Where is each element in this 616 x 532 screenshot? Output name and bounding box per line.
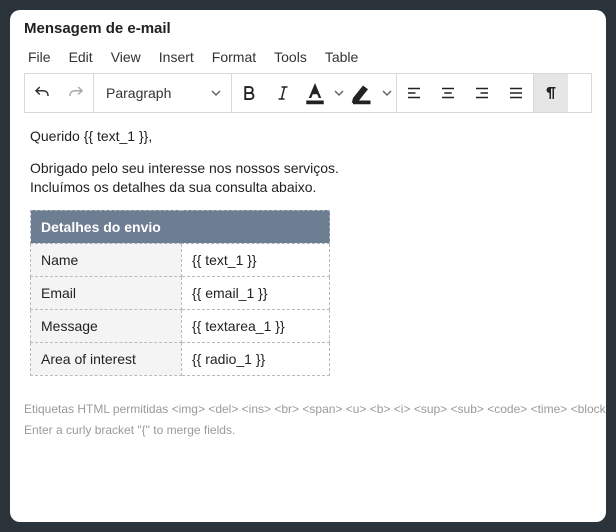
text-color-icon	[300, 78, 330, 108]
email-editor-window: Mensagem de e-mail File Edit View Insert…	[10, 10, 606, 522]
highlight-color-menu[interactable]	[378, 74, 396, 112]
row-value: {{ text_1 }}	[181, 243, 329, 276]
redo-button[interactable]	[59, 74, 93, 112]
toolbar: Paragraph	[24, 73, 592, 113]
table-row: Email {{ email_1 }}	[31, 276, 330, 309]
greeting-line: Querido {{ text_1 }},	[30, 127, 586, 147]
body-text: Obrigado pelo seu interesse nos nossos s…	[30, 159, 586, 198]
paragraph-mark-button[interactable]	[534, 74, 568, 112]
highlight-icon	[348, 78, 378, 108]
menu-table[interactable]: Table	[325, 49, 358, 65]
align-justify-button[interactable]	[499, 74, 533, 112]
table-header: Detalhes do envio	[31, 210, 330, 243]
text-color-button[interactable]	[300, 74, 330, 112]
align-left-icon	[405, 84, 423, 102]
chevron-down-icon	[334, 88, 344, 98]
text-color-menu[interactable]	[330, 74, 348, 112]
bold-button[interactable]	[232, 74, 266, 112]
table-row: Name {{ text_1 }}	[31, 243, 330, 276]
align-right-icon	[473, 84, 491, 102]
menu-format[interactable]: Format	[212, 49, 256, 65]
table-row: Message {{ textarea_1 }}	[31, 309, 330, 342]
block-format-select[interactable]: Paragraph	[94, 74, 231, 112]
allowed-tags-list: <img> <del> <ins> <br> <span> <u> <b> <i…	[172, 402, 606, 416]
merge-hint: Enter a curly bracket "{" to merge field…	[24, 421, 592, 440]
row-value: {{ email_1 }}	[181, 276, 329, 309]
body-line-1: Obrigado pelo seu interesse nos nossos s…	[30, 160, 339, 176]
align-right-button[interactable]	[465, 74, 499, 112]
undo-button[interactable]	[25, 74, 59, 112]
row-value: {{ radio_1 }}	[181, 342, 329, 375]
row-value: {{ textarea_1 }}	[181, 309, 329, 342]
undo-icon	[33, 84, 51, 102]
align-center-icon	[439, 84, 457, 102]
menu-bar: File Edit View Insert Format Tools Table	[10, 47, 606, 73]
menu-file[interactable]: File	[28, 49, 51, 65]
block-format-label: Paragraph	[106, 85, 171, 101]
chevron-down-icon	[382, 88, 392, 98]
panel-title: Mensagem de e-mail	[10, 10, 606, 47]
align-justify-icon	[507, 84, 525, 102]
editor-content[interactable]: Querido {{ text_1 }}, Obrigado pelo seu …	[10, 113, 606, 390]
italic-button[interactable]	[266, 74, 300, 112]
row-label: Area of interest	[31, 342, 182, 375]
menu-insert[interactable]: Insert	[159, 49, 194, 65]
chevron-down-icon	[211, 88, 221, 98]
align-center-button[interactable]	[431, 74, 465, 112]
redo-icon	[67, 84, 85, 102]
allowed-tags-label: Etiquetas HTML permitidas	[24, 402, 168, 416]
row-label: Name	[31, 243, 182, 276]
row-label: Message	[31, 309, 182, 342]
menu-edit[interactable]: Edit	[69, 49, 93, 65]
submission-table: Detalhes do envio Name {{ text_1 }} Emai…	[30, 210, 330, 376]
bold-icon	[240, 84, 258, 102]
highlight-color-button[interactable]	[348, 74, 378, 112]
menu-tools[interactable]: Tools	[274, 49, 307, 65]
body-line-2: Incluímos os detalhes da sua consulta ab…	[30, 179, 316, 195]
menu-view[interactable]: View	[111, 49, 141, 65]
row-label: Email	[31, 276, 182, 309]
italic-icon	[274, 84, 292, 102]
align-left-button[interactable]	[397, 74, 431, 112]
footer-hints: Etiquetas HTML permitidas <img> <del> <i…	[10, 390, 606, 440]
table-row: Area of interest {{ radio_1 }}	[31, 342, 330, 375]
pilcrow-icon	[542, 84, 560, 102]
